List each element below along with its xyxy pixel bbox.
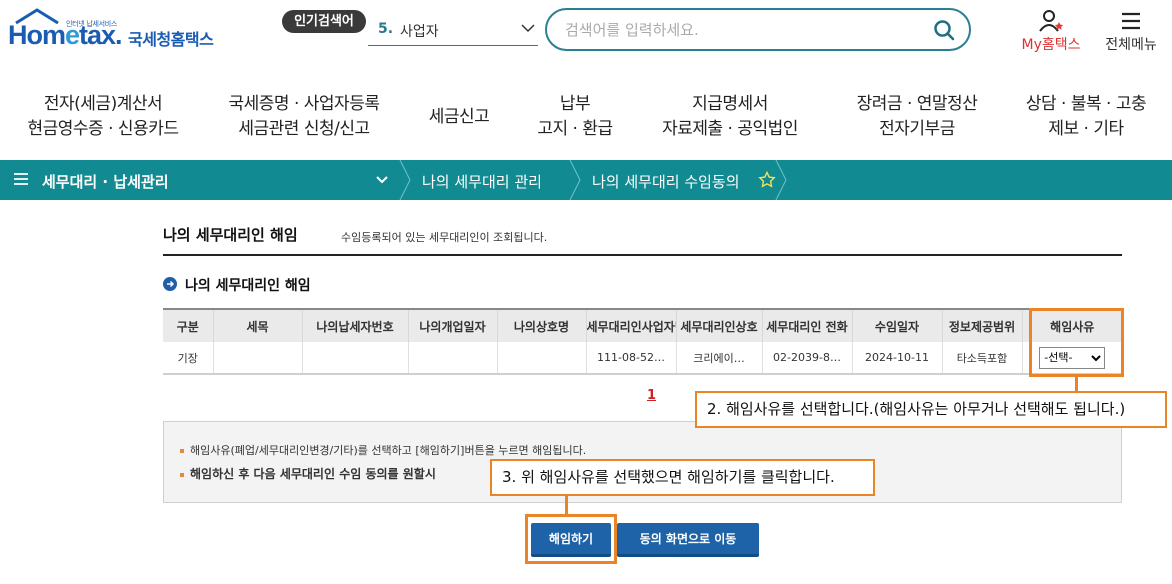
chevron-down-icon[interactable] bbox=[374, 172, 390, 188]
cell-agent-business-number: 111-08-52… bbox=[585, 342, 676, 375]
column-header: 구분 bbox=[163, 308, 213, 342]
cell-dismissal-reason: -선택- bbox=[1021, 342, 1122, 375]
my-hometax-link[interactable]: My홈택스 bbox=[1012, 8, 1090, 54]
chevron-down-icon bbox=[521, 24, 535, 33]
breadcrumb-separator-icon bbox=[569, 160, 581, 200]
column-header: 나의납세자번호 bbox=[301, 308, 408, 342]
gnb-item-line2: 고지 · 환급 bbox=[537, 119, 613, 139]
cell-tax-item bbox=[212, 342, 302, 375]
column-header: 해임사유 bbox=[1021, 308, 1122, 342]
callout-connector bbox=[1075, 377, 1078, 391]
page-title: 나의 세무대리인 해임 bbox=[163, 226, 298, 244]
arrow-circle-icon bbox=[163, 277, 177, 291]
gnb-item-line2: 현금영수증 · 신용카드 bbox=[27, 119, 179, 139]
popular-rank: 5. bbox=[378, 21, 394, 37]
cell-open-date bbox=[407, 342, 497, 375]
dismiss-button[interactable]: 해임하기 bbox=[531, 523, 611, 557]
pagination-page[interactable]: 1 bbox=[647, 388, 656, 403]
logo-hometax: Hometax. bbox=[8, 20, 123, 50]
cell-category: 기장 bbox=[163, 342, 213, 375]
gnb-item-line1: 국세증명 · 사업자등록 bbox=[228, 94, 380, 114]
bullet-icon bbox=[180, 449, 184, 453]
cell-info-scope: 타소득포함 bbox=[941, 342, 1022, 375]
notice-text: 해임하신 후 다음 세무대리인 수임 동의를 원할시 bbox=[190, 467, 436, 481]
gnb-item-line1: 납부 bbox=[559, 94, 591, 114]
all-menu-label: 전체메뉴 bbox=[1105, 37, 1157, 53]
search-input[interactable] bbox=[565, 19, 905, 41]
gnb-item-certificates[interactable]: 국세증명 · 사업자등록 세금관련 신청/신고 bbox=[214, 88, 394, 146]
breadcrumb-level2[interactable]: 나의 세무대리 관리 bbox=[422, 171, 542, 192]
gnb-item-tax-return[interactable]: 세금신고 bbox=[418, 88, 500, 146]
cell-taxpayer-number bbox=[301, 342, 408, 375]
popular-term: 사업자 bbox=[400, 24, 439, 40]
gnb-item-line1: 지급명세서 bbox=[692, 94, 768, 114]
user-icon bbox=[1039, 10, 1064, 32]
dismissal-reason-select[interactable]: -선택- bbox=[1039, 346, 1106, 369]
column-header: 세무대리인상호 bbox=[675, 308, 762, 342]
column-header: 나의개업일자 bbox=[407, 308, 497, 342]
my-hometax-label: My홈택스 bbox=[1021, 37, 1081, 53]
cell-engagement-date: 2024-10-11 bbox=[851, 342, 942, 375]
go-to-consent-button[interactable]: 동의 화면으로 이동 bbox=[617, 523, 759, 557]
page-description: 수임등록되어 있는 세무대리인이 조회됩니다. bbox=[341, 231, 548, 244]
column-header: 나의상호명 bbox=[496, 308, 586, 342]
hometax-logo[interactable]: 인터넷 납세서비스 Hometax. 국세청홈택스 bbox=[6, 6, 226, 50]
gnb-item-incentives[interactable]: 장려금 · 연말정산 전자기부금 bbox=[834, 88, 1000, 146]
gnb-item-line2: 자료제출 · 공익법인 bbox=[662, 119, 798, 139]
gnb-item-payment[interactable]: 납부 고지 · 환급 bbox=[524, 88, 626, 146]
cell-business-name bbox=[496, 342, 586, 375]
breadcrumb-level1[interactable]: 세무대리 · 납세관리 bbox=[42, 171, 169, 192]
gnb-item-line1: 세금신고 bbox=[428, 106, 490, 127]
column-header: 정보제공범위 bbox=[941, 308, 1022, 342]
gnb-item-line1: 장려금 · 연말정산 bbox=[856, 94, 978, 114]
breadcrumb-separator-icon bbox=[399, 160, 411, 200]
gnb-item-e-invoice[interactable]: 전자(세금)계산서 현금영수증 · 신용카드 bbox=[18, 88, 188, 146]
title-divider bbox=[163, 254, 1122, 256]
search-box bbox=[545, 8, 971, 51]
tax-agent-table: 구분 세목 나의납세자번호 나의개업일자 나의상호명 세무대리인사업자번호 세무… bbox=[163, 308, 1122, 375]
gnb-item-line2: 세금관련 신청/신고 bbox=[238, 119, 370, 139]
gnb-item-line1: 전자(세금)계산서 bbox=[43, 94, 163, 114]
hamburger-menu-icon bbox=[1122, 12, 1140, 30]
popular-search-badge: 인기검색어 bbox=[282, 10, 366, 33]
bullet-icon bbox=[180, 472, 184, 477]
gnb-item-withholding[interactable]: 지급명세서 자료제출 · 공익법인 bbox=[648, 88, 812, 146]
cell-agent-name: 크리에이… bbox=[675, 342, 762, 375]
gnb-item-line2: 전자기부금 bbox=[879, 119, 955, 139]
callout-connector bbox=[565, 494, 568, 514]
table-header-row: 구분 세목 나의납세자번호 나의개업일자 나의상호명 세무대리인사업자번호 세무… bbox=[163, 308, 1122, 342]
global-navigation: 전자(세금)계산서 현금영수증 · 신용카드 국세증명 · 사업자등록 세금관련… bbox=[0, 88, 1172, 146]
section-title-text: 나의 세무대리인 해임 bbox=[185, 278, 311, 294]
hamburger-menu-icon[interactable] bbox=[14, 173, 28, 185]
column-header: 수임일자 bbox=[851, 308, 942, 342]
breadcrumb-separator-icon bbox=[775, 160, 787, 200]
notice-line: 해임사유(폐업/세무대리인변경/기타)를 선택하고 [해임하기]버튼을 누르면 … bbox=[180, 442, 586, 458]
callout-step-2: 2. 해임사유를 선택합니다.(해임사유는 아무거나 선택해도 됩니다.) bbox=[695, 391, 1167, 428]
search-icon[interactable] bbox=[933, 19, 955, 41]
notice-line: 해임하신 후 다음 세무대리인 수임 동의를 원할시 bbox=[180, 465, 436, 482]
callout-step-3: 3. 위 해임사유를 선택했으면 해임하기를 클릭합니다. bbox=[490, 459, 875, 496]
breadcrumb: 세무대리 · 납세관리 나의 세무대리 관리 나의 세무대리 수임동의 bbox=[0, 160, 1172, 200]
gnb-item-line2: 제보 · 기타 bbox=[1048, 119, 1124, 139]
cell-agent-phone: 02-2039-8… bbox=[761, 342, 852, 375]
popular-search-dropdown[interactable]: 5. 사업자 bbox=[368, 12, 538, 46]
gnb-item-consulting[interactable]: 상담 · 불복 · 고충 제보 · 기타 bbox=[1004, 88, 1168, 146]
notice-text: 해임사유(폐업/세무대리인변경/기타)를 선택하고 [해임하기]버튼을 누르면 … bbox=[190, 444, 587, 457]
column-header: 세무대리인 전화 bbox=[761, 308, 852, 342]
gnb-item-line1: 상담 · 불복 · 고충 bbox=[1025, 94, 1147, 114]
table-row: 기장 111-08-52… 크리에이… 02-2039-8… 2024-10-1… bbox=[163, 342, 1122, 375]
breadcrumb-level3[interactable]: 나의 세무대리 수임동의 bbox=[592, 171, 740, 192]
column-header: 세목 bbox=[212, 308, 302, 342]
logo-korean: 국세청홈택스 bbox=[128, 30, 214, 49]
all-menu-button[interactable]: 전체메뉴 bbox=[1096, 8, 1166, 54]
column-header: 세무대리인사업자번호 bbox=[585, 308, 676, 342]
